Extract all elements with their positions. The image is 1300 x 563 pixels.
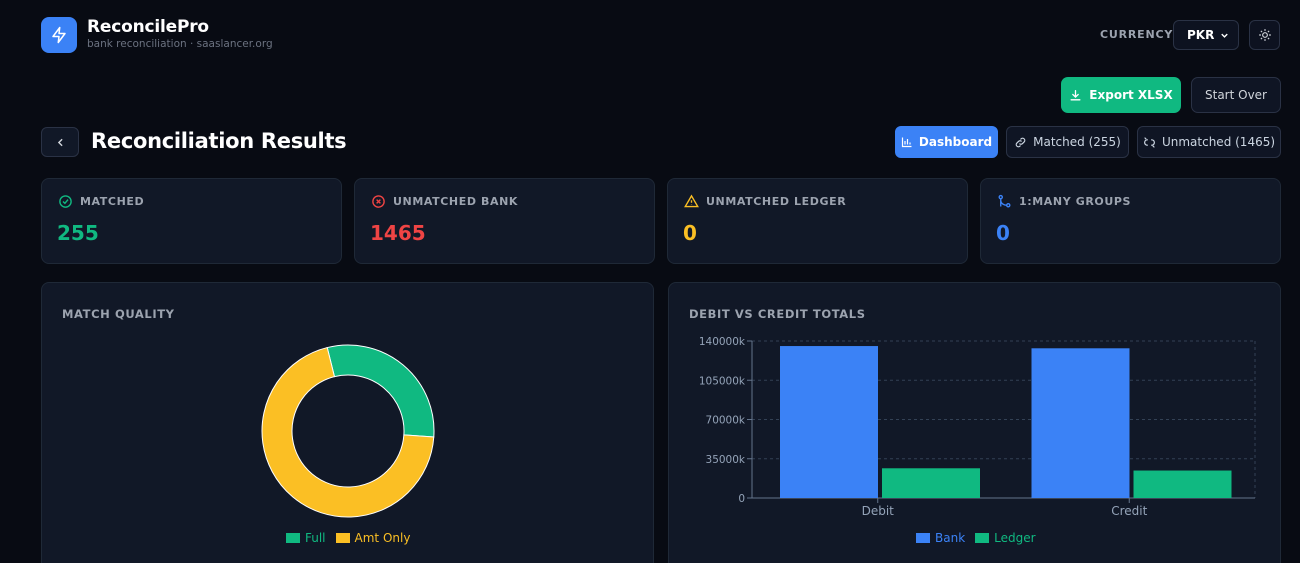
bar-bank-debit[interactable] — [780, 346, 878, 498]
export-label: Export XLSX — [1089, 88, 1173, 102]
tab-label: Dashboard — [918, 135, 993, 149]
legend-label: Bank — [935, 531, 966, 545]
legend-item-full[interactable]: Full — [286, 531, 326, 545]
export-xlsx-button[interactable]: Export XLSX — [1061, 77, 1181, 113]
legend-swatch — [975, 533, 990, 543]
stat-card-one-to-many: 1:MANY GROUPS 0 — [980, 178, 1281, 264]
tab-label: Unmatched (1465) — [1161, 135, 1276, 149]
stat-label: UNMATCHED LEDGER — [706, 195, 847, 208]
currency-select[interactable]: PKR — [1173, 20, 1239, 50]
unlink-icon — [1144, 136, 1155, 148]
stat-label: MATCHED — [80, 195, 145, 208]
stat-value: 0 — [996, 221, 1010, 245]
tab-label: Matched (255) — [1033, 135, 1121, 149]
donut-slice-full[interactable] — [326, 344, 435, 438]
legend-swatch — [916, 533, 930, 543]
app-title: ReconcilePro — [87, 17, 209, 37]
bar-ledger-debit[interactable] — [882, 468, 980, 498]
lightning-icon — [52, 26, 66, 44]
start-over-button[interactable]: Start Over — [1191, 77, 1281, 113]
y-tick-label: 0 — [738, 493, 745, 505]
legend-swatch — [335, 533, 350, 543]
stat-value: 0 — [683, 221, 697, 245]
y-tick-label: 140000k — [699, 336, 746, 348]
tab-matched[interactable]: Matched (255) — [1006, 126, 1129, 158]
stat-value: 1465 — [370, 221, 426, 245]
donut-legend: Full Amt Only — [286, 531, 410, 545]
legend-item-bank[interactable]: Bank — [916, 531, 965, 545]
stat-label: UNMATCHED BANK — [393, 195, 519, 208]
y-tick-label: 70000k — [706, 415, 746, 427]
download-icon — [1070, 89, 1081, 100]
tab-dashboard[interactable]: Dashboard — [895, 126, 998, 158]
bar-chart-icon — [901, 137, 912, 148]
legend-label: Amt Only — [354, 531, 411, 545]
bar-ledger-credit[interactable] — [1133, 470, 1232, 498]
warning-icon — [684, 194, 699, 208]
chevron-left-icon — [57, 138, 63, 146]
stat-card-matched: MATCHED 255 — [41, 178, 342, 264]
link-icon — [1015, 137, 1026, 147]
currency-value: PKR — [1187, 28, 1215, 42]
debit-credit-panel: DEBIT VS CREDIT TOTALS 0 35000k 70000k 1050… — [668, 282, 1281, 563]
stat-value: 255 — [57, 221, 99, 245]
git-merge-icon — [998, 194, 1011, 208]
theme-toggle-button[interactable] — [1249, 20, 1280, 50]
x-tick-label: Debit — [862, 504, 895, 518]
bar-bank-credit[interactable] — [1031, 348, 1130, 498]
y-tick-label: 105000k — [699, 375, 746, 387]
x-tick-label: Credit — [1111, 504, 1147, 518]
legend-label: Ledger — [994, 531, 1036, 545]
currency-label: CURRENCY — [1100, 28, 1174, 41]
y-tick-label: 35000k — [706, 454, 746, 466]
app-logo — [41, 17, 77, 53]
tab-unmatched[interactable]: Unmatched (1465) — [1137, 126, 1281, 158]
app-subtitle: bank reconciliation · saaslancer.org — [87, 38, 273, 50]
legend-item-amt-only[interactable]: Amt Only — [335, 531, 411, 545]
stat-card-unmatched-bank: UNMATCHED BANK 1465 — [354, 178, 655, 264]
page-title: Reconciliation Results — [91, 129, 347, 153]
legend-item-ledger[interactable]: Ledger — [975, 531, 1036, 545]
back-button[interactable] — [41, 127, 79, 157]
match-quality-panel: MATCH QUALITY Full Amt Only — [41, 282, 654, 563]
panel-title: DEBIT VS CREDIT TOTALS — [689, 307, 866, 321]
legend-label: Full — [305, 531, 326, 545]
bar-legend: Bank Ledger — [916, 531, 1036, 545]
stat-card-unmatched-ledger: UNMATCHED LEDGER 0 — [667, 178, 968, 264]
x-circle-icon — [372, 195, 385, 208]
chevron-down-icon — [1221, 33, 1228, 38]
match-quality-donut-chart — [261, 344, 435, 518]
debit-credit-bar-chart: 0 35000k 70000k 105000k 140000k Debit Credit — [699, 336, 1256, 518]
panel-title: MATCH QUALITY — [62, 307, 175, 321]
sun-icon — [1258, 29, 1271, 41]
legend-swatch — [286, 533, 300, 543]
stat-label: 1:MANY GROUPS — [1019, 195, 1132, 208]
check-circle-icon — [59, 195, 72, 208]
